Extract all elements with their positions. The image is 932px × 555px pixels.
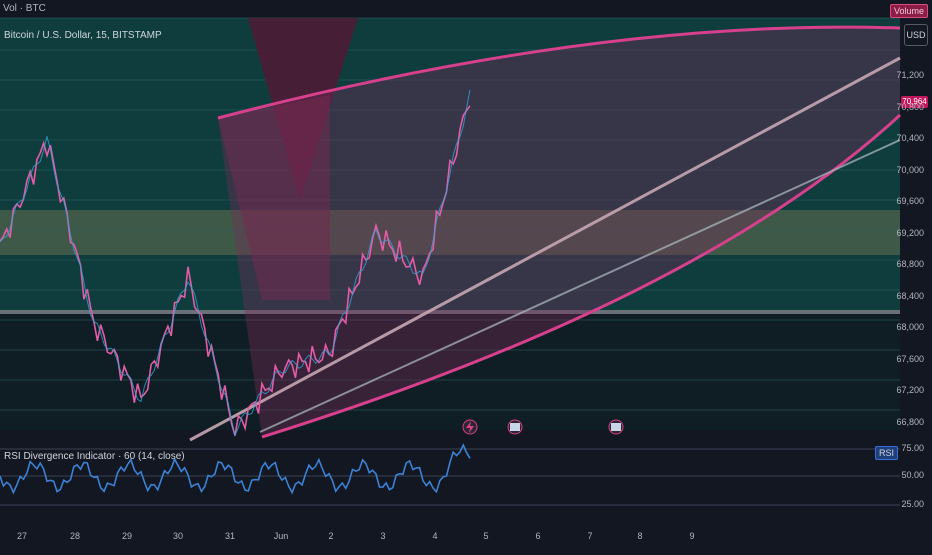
flag-icon-2	[611, 423, 621, 431]
price-axis-label: 66,800	[896, 417, 924, 427]
price-axis-label: 69,200	[896, 227, 924, 238]
time-axis-label: 30	[172, 531, 184, 541]
time-axis-label: Jun	[273, 531, 289, 541]
rsi-axis-label: 50.00	[901, 470, 924, 480]
event-marker-lightning[interactable]	[462, 419, 478, 435]
rsi-axis-label: 75.00	[901, 443, 924, 453]
chart-root[interactable]: Vol · BTC Bitcoin / U.S. Dollar, 15, BIT…	[0, 0, 932, 550]
flag-icon	[510, 423, 520, 431]
time-axis-label: 28	[69, 531, 81, 541]
time-axis-label: 29	[121, 531, 133, 541]
price-axis-label: 70,000	[896, 164, 924, 175]
currency-badge[interactable]: USD	[904, 24, 928, 46]
price-axis-label: 70,800	[896, 101, 924, 112]
price-axis-label: 68,400	[896, 290, 924, 301]
price-axis-label: 67,600	[896, 353, 924, 364]
time-axis-label: 9	[689, 531, 695, 541]
price-axis-label: 67,200	[896, 385, 924, 396]
rsi-title: RSI Divergence Indicator · 60 (14, close…	[4, 451, 185, 462]
time-axis-label: 7	[587, 531, 593, 541]
time-axis-label: 5	[483, 531, 489, 541]
event-marker-flag-1[interactable]	[507, 419, 523, 435]
event-marker-flag-2[interactable]	[608, 419, 624, 435]
time-axis-label: 4	[432, 531, 438, 541]
price-axis-label: 68,800	[896, 259, 924, 270]
time-axis-label: 3	[380, 531, 386, 541]
price-axis-label: 69,600	[896, 196, 924, 207]
price-axis-label: 68,000	[896, 322, 924, 333]
rsi-badge: RSI	[874, 446, 898, 460]
top-label: Vol · BTC	[3, 3, 46, 14]
rsi-axis-label: 25.00	[901, 499, 924, 509]
chart-svg[interactable]	[0, 0, 932, 550]
time-axis-label: 27	[16, 531, 28, 541]
symbol-title: Bitcoin / U.S. Dollar, 15, BITSTAMP	[4, 30, 162, 41]
time-axis-label: 6	[535, 531, 541, 541]
volume-badge: Volume	[889, 4, 928, 18]
time-axis-label: 2	[328, 531, 334, 541]
price-axis-label: 71,200	[896, 70, 924, 80]
price-axis-label: 70,400	[896, 133, 924, 144]
time-axis-label: 8	[637, 531, 643, 541]
time-axis-label: 31	[224, 531, 236, 541]
